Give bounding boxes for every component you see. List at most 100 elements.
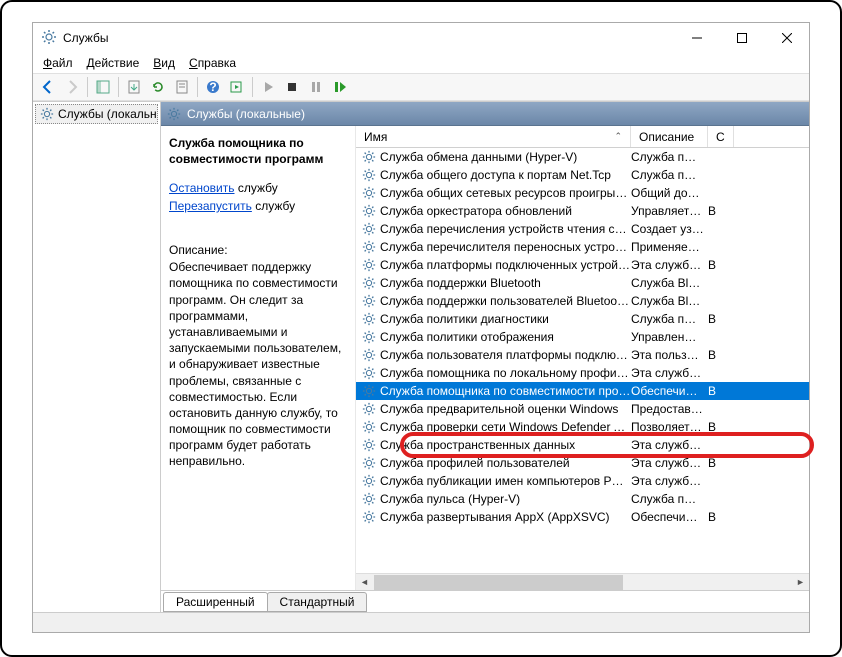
service-name: Служба пульса (Hyper-V) [380, 492, 520, 506]
service-status: В [708, 456, 728, 470]
stop-service-button[interactable] [281, 76, 303, 98]
service-name: Служба перечисления устройств чтения сма… [380, 222, 631, 236]
service-desc: Управлен… [631, 330, 708, 344]
column-headers[interactable]: Имя⌃ Описание С [356, 126, 809, 148]
service-desc: Обеспечи… [631, 510, 708, 524]
close-button[interactable] [764, 23, 809, 53]
tab-extended[interactable]: Расширенный [163, 592, 268, 612]
service-name: Служба предварительной оценки Windows [380, 402, 618, 416]
service-row[interactable]: Служба оркестратора обновлений Управляет…… [356, 202, 809, 220]
service-desc: Эта служб… [631, 474, 708, 488]
scrollbar-thumb[interactable] [374, 575, 623, 590]
service-row[interactable]: Служба пользователя платформы подключенн… [356, 346, 809, 364]
service-row[interactable]: Служба пространственных данныхЭта служб… [356, 436, 809, 454]
service-row[interactable]: Служба проверки сети Windows Defender An… [356, 418, 809, 436]
service-row[interactable]: Служба перечисления устройств чтения сма… [356, 220, 809, 238]
service-row[interactable]: Служба поддержки пользователей Bluetooth… [356, 292, 809, 310]
properties-button[interactable] [171, 76, 193, 98]
horizontal-scrollbar[interactable]: ◄ ► [356, 573, 809, 590]
column-name[interactable]: Имя⌃ [356, 126, 631, 147]
service-row[interactable]: Служба пульса (Hyper-V)Служба п… [356, 490, 809, 508]
menu-action[interactable]: Действие [87, 56, 140, 70]
service-row[interactable]: Служба обмена данными (Hyper-V)Служба п… [356, 148, 809, 166]
service-desc: Позволяет… [631, 420, 708, 434]
service-desc: Создает уз… [631, 222, 708, 236]
tree-root-node[interactable]: Службы (локальные) [35, 104, 158, 124]
scroll-left-icon[interactable]: ◄ [356, 574, 373, 591]
service-status: В [708, 348, 728, 362]
start-service-button[interactable] [257, 76, 279, 98]
column-description[interactable]: Описание [631, 126, 708, 147]
service-row[interactable]: Служба предварительной оценки Windows Пре… [356, 400, 809, 418]
service-desc: Предостав… [631, 402, 708, 416]
service-row[interactable]: Служба политики диагностикиСлужба п…В [356, 310, 809, 328]
tree-pane[interactable]: Службы (локальные) [33, 102, 161, 612]
restart-link[interactable]: Перезапустить [169, 199, 252, 213]
service-name: Служба развертывания AppX (AppXSVC) [380, 510, 610, 524]
show-hide-tree-button[interactable] [92, 76, 114, 98]
scroll-right-icon[interactable]: ► [792, 574, 809, 591]
back-button[interactable] [37, 76, 59, 98]
service-row[interactable]: Служба профилей пользователей Эта служб…В [356, 454, 809, 472]
action-button[interactable] [226, 76, 248, 98]
detail-panel: Служба помощника по совместимости програ… [161, 126, 356, 590]
service-desc: Эта служб… [631, 438, 708, 452]
divider [197, 77, 198, 97]
service-desc: Служба Bl… [631, 294, 708, 308]
service-desc: Служба Bl… [631, 276, 708, 290]
service-row[interactable]: Служба общего доступа к портам Net.Tcp Сл… [356, 166, 809, 184]
service-name: Служба профилей пользователей [380, 456, 570, 470]
service-desc: Управляет… [631, 204, 708, 218]
service-name: Служба оркестратора обновлений [380, 204, 572, 218]
divider [252, 77, 253, 97]
service-row[interactable]: Служба платформы подключенных устройствЭ… [356, 256, 809, 274]
service-name: Служба политики диагностики [380, 312, 549, 326]
service-desc: Применяе… [631, 240, 708, 254]
service-row[interactable]: Служба общих сетевых ресурсов проигрыват… [356, 184, 809, 202]
description-text: Обеспечивает поддержку помощника по совм… [169, 259, 347, 469]
service-status: В [708, 384, 728, 398]
service-row[interactable]: Служба политики отображенияУправлен… [356, 328, 809, 346]
selected-service-name: Служба помощника по совместимости програ… [169, 136, 347, 167]
menu-view[interactable]: Вид [153, 56, 175, 70]
service-desc: Служба п… [631, 168, 708, 182]
service-row[interactable]: Служба развертывания AppX (AppXSVC) Обесп… [356, 508, 809, 526]
restart-service-button[interactable] [329, 76, 351, 98]
help-button[interactable]: ? [202, 76, 224, 98]
maximize-button[interactable] [719, 23, 764, 53]
menu-help[interactable]: Справка [189, 56, 236, 70]
service-name: Служба помощника по локальному профилю [380, 366, 631, 380]
refresh-button[interactable] [147, 76, 169, 98]
pause-service-button[interactable] [305, 76, 327, 98]
service-name: Служба пользователя платформы подключенн… [380, 348, 631, 362]
service-row[interactable]: Служба поддержки Bluetooth Служба Bl… [356, 274, 809, 292]
titlebar[interactable]: Службы [33, 23, 809, 53]
service-name: Служба поддержки пользователей Bluetooth… [380, 294, 631, 308]
service-desc: Эта служб… [631, 456, 708, 470]
description-label: Описание: [169, 243, 347, 257]
service-desc: Служба п… [631, 150, 708, 164]
service-desc: Обеспечи… [631, 384, 708, 398]
minimize-button[interactable] [674, 23, 719, 53]
toolbar: ? [33, 73, 809, 101]
stop-link[interactable]: Остановить [169, 181, 235, 195]
service-name: Служба поддержки Bluetooth [380, 276, 541, 290]
service-desc: Эта польз… [631, 348, 708, 362]
services-icon [41, 29, 57, 48]
pane-header: Службы (локальные) [161, 102, 809, 126]
service-row[interactable]: Служба перечислителя переносных устройст… [356, 238, 809, 256]
forward-button[interactable] [61, 76, 83, 98]
service-row[interactable]: Служба помощника по совместимости програ… [356, 382, 809, 400]
service-desc: Эта служб… [631, 258, 708, 272]
service-list[interactable]: Имя⌃ Описание С Служба обмена данными (H… [356, 126, 809, 590]
service-status: В [708, 258, 728, 272]
menu-file[interactable]: Файл [43, 56, 73, 70]
column-status[interactable]: С [708, 126, 734, 147]
tab-standard[interactable]: Стандартный [267, 592, 368, 612]
export-button[interactable] [123, 76, 145, 98]
service-row[interactable]: Служба помощника по локальному профилюЭт… [356, 364, 809, 382]
service-name: Служба общего доступа к портам Net.Tcp [380, 168, 611, 182]
service-row[interactable]: Служба публикации имен компьютеров PNRPЭ… [356, 472, 809, 490]
service-status: В [708, 420, 728, 434]
menubar: Файл Действие Вид Справка [33, 53, 809, 73]
